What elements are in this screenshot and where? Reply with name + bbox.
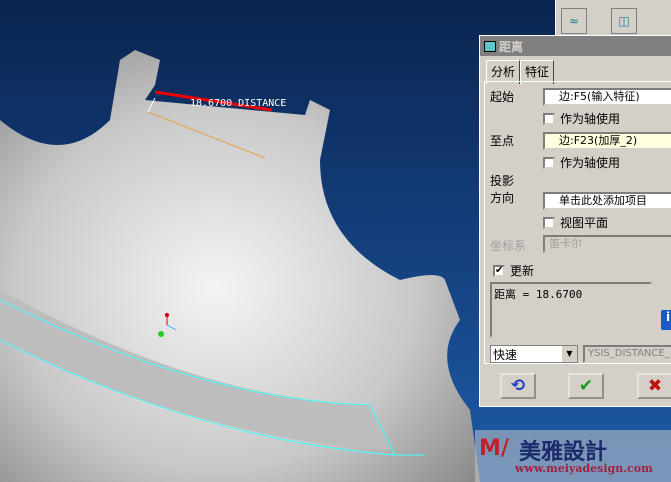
info-icon[interactable]: i xyxy=(661,310,671,330)
analysis-panel: 起始 边:F5(输入特征) 作为轴使用 至点 边:F23(加厚_2) 作为轴使用… xyxy=(484,81,671,364)
view-plane-checkbox[interactable]: 视图平面 xyxy=(543,214,608,231)
name-field[interactable]: YSIS_DISTANCE_ xyxy=(583,345,671,363)
dialog-title: 距离 xyxy=(499,39,524,54)
checkmark-icon: ✔ xyxy=(578,376,594,396)
direction-label: 方向 xyxy=(490,191,515,205)
update-label: 更新 xyxy=(510,264,535,278)
from-field[interactable]: 边:F5(输入特征) xyxy=(543,88,671,106)
from-axis-label: 作为轴使用 xyxy=(560,112,621,126)
datum-tool-icon[interactable]: ◫ xyxy=(611,8,637,34)
chevron-down-icon: ▼ xyxy=(562,346,577,362)
update-checkbox[interactable]: ✔ 更新 xyxy=(493,262,534,279)
dimension-label: 18.6700 DISTANCE xyxy=(190,98,286,109)
right-toolbar: ≈ ◫ xyxy=(555,0,671,40)
refresh-icon: ⟲ xyxy=(510,376,526,396)
watermark-url: www.meiyadesign.com xyxy=(515,462,653,475)
result-area[interactable]: 距离 = 18.6700 xyxy=(490,282,652,338)
view-plane-label: 视图平面 xyxy=(560,216,609,230)
csys-select: 笛卡尔 xyxy=(543,235,671,253)
distance-dialog: 距离 分析 特征 起始 边:F5(输入特征) 作为轴使用 至点 边:F23(加厚… xyxy=(479,35,671,407)
mode-value: 快速 xyxy=(493,348,518,362)
watermark: M/ 美雅設計 www.meiyadesign.com xyxy=(475,430,671,482)
analysis-tool-icon[interactable]: ≈ xyxy=(561,8,587,34)
from-axis-checkbox[interactable]: 作为轴使用 xyxy=(543,110,620,127)
to-axis-checkbox[interactable]: 作为轴使用 xyxy=(543,154,620,171)
mode-select[interactable]: 快速 ▼ xyxy=(490,345,578,363)
to-axis-label: 作为轴使用 xyxy=(560,156,621,170)
to-field[interactable]: 边:F23(加厚_2) xyxy=(543,132,671,150)
to-label: 至点 xyxy=(490,134,515,148)
watermark-logo: M/ xyxy=(479,436,509,461)
dialog-titlebar[interactable]: 距离 xyxy=(480,36,671,56)
direction-field[interactable]: 单击此处添加项目 xyxy=(543,192,671,210)
projection-label: 投影 xyxy=(490,174,515,188)
window-icon xyxy=(484,40,496,52)
close-icon: ✖ xyxy=(647,376,663,396)
repeat-button[interactable]: ⟲ xyxy=(500,373,536,399)
from-label: 起始 xyxy=(490,90,515,104)
cancel-button[interactable]: ✖ xyxy=(637,373,671,399)
csys-label: 坐标系 xyxy=(490,239,527,253)
ok-button[interactable]: ✔ xyxy=(568,373,604,399)
